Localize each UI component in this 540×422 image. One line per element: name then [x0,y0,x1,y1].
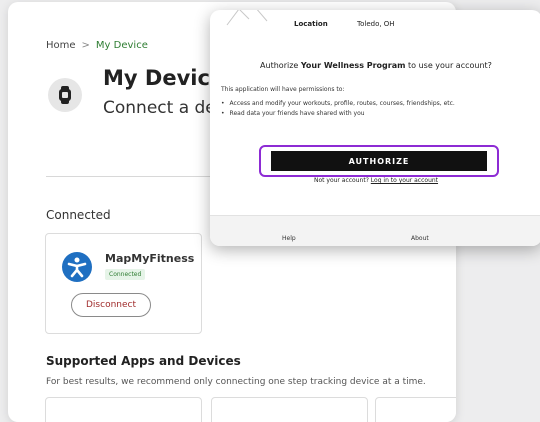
location-label: Location [294,20,328,28]
authorize-dialog: Location Toledo, OH Authorize Your Welln… [210,10,540,246]
account-switch-line: Not your account? Log in to your account [210,177,540,184]
breadcrumb-separator: > [81,40,90,51]
location-value: Toledo, OH [357,20,395,28]
dialog-footer: Help About [210,215,540,246]
about-link[interactable]: About [411,235,429,242]
breadcrumb: Home > My Device [46,40,148,51]
breadcrumb-current: My Device [95,40,148,51]
authorize-prefix: Authorize [260,61,299,70]
authorize-prompt: Authorize Your Wellness Program to use y… [210,61,540,70]
login-link[interactable]: Log in to your account [371,177,438,184]
permissions-intro: This application will have permissions t… [221,86,345,93]
supported-description: For best results, we recommend only conn… [46,377,426,387]
device-card[interactable] [375,397,456,422]
help-link[interactable]: Help [282,235,296,242]
program-name: Your Wellness Program [300,61,406,70]
permissions-list: Access and modify your workouts, profile… [221,99,455,119]
permission-item: Read data your friends have shared with … [221,109,455,119]
watch-icon [48,78,82,112]
permission-item: Access and modify your workouts, profile… [221,99,455,109]
device-card[interactable] [211,397,368,422]
running-figure-icon [62,252,92,282]
supported-heading: Supported Apps and Devices [46,354,241,368]
connected-app-card: MapMyFitness Connected Disconnect [45,233,202,334]
app-name: MapMyFitness [105,252,195,265]
page-title: My Device [103,66,225,90]
authorize-suffix: to use your account? [408,61,492,70]
authorize-button[interactable]: AUTHORIZE [271,151,487,171]
device-card[interactable] [45,397,202,422]
disconnect-button[interactable]: Disconnect [71,293,151,317]
decorative-shape-icon [226,10,268,26]
connected-heading: Connected [46,208,111,222]
not-account-text: Not your account? [313,177,369,184]
section-divider [46,176,216,177]
status-badge: Connected [105,269,146,280]
breadcrumb-home[interactable]: Home [46,40,76,51]
